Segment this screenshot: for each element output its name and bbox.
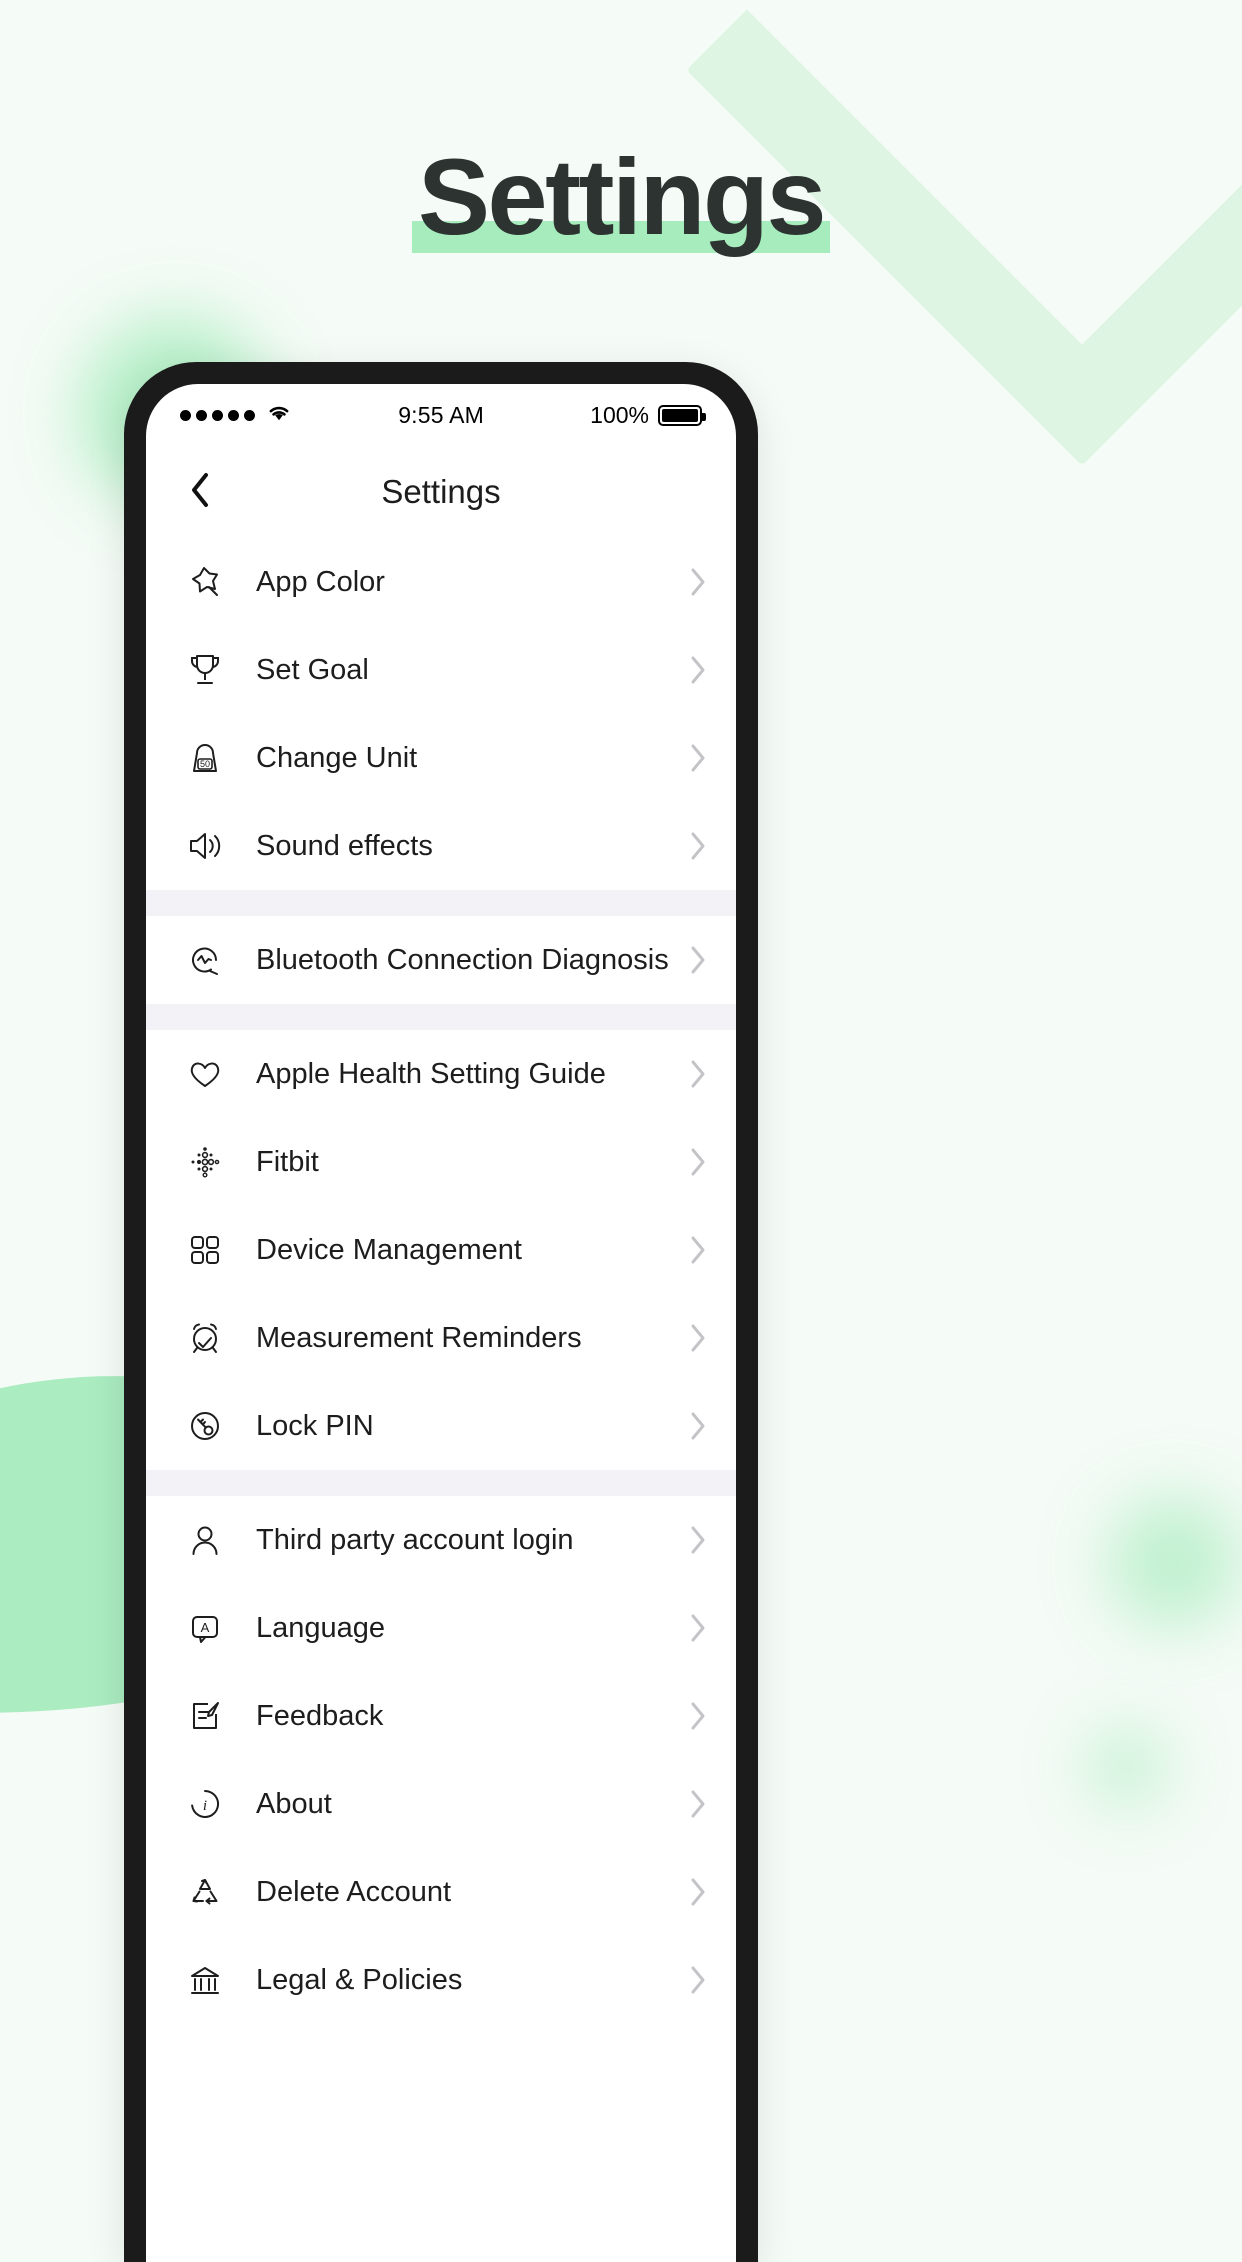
chevron-right-icon[interactable]	[674, 1146, 708, 1178]
svg-text:50: 50	[200, 759, 210, 769]
settings-group-3: Apple Health Setting Guide Fitbit Device…	[146, 1030, 736, 1470]
group-separator	[146, 1470, 736, 1496]
settings-row-label: Set Goal	[256, 653, 369, 686]
status-bar-right: 100%	[590, 401, 706, 429]
wifi-icon	[266, 402, 292, 428]
settings-row-label: Lock PIN	[256, 1409, 374, 1442]
person-icon	[176, 1518, 234, 1562]
settings-row-set-goal[interactable]: Set Goal	[146, 626, 736, 714]
chevron-right-icon[interactable]	[674, 742, 708, 774]
settings-row-label: Third party account login	[256, 1523, 574, 1556]
settings-row-label: Legal & Policies	[256, 1963, 463, 1996]
status-bar-time: 9:55 AM	[398, 401, 484, 428]
chevron-right-icon[interactable]	[674, 1524, 708, 1556]
grid-squares-icon	[176, 1228, 234, 1272]
chevron-right-icon[interactable]	[674, 654, 708, 686]
settings-row-label: Language	[256, 1611, 386, 1644]
settings-row-label: Delete Account	[256, 1875, 452, 1908]
settings-row-app-color[interactable]: App Color	[146, 538, 736, 626]
settings-group-1: App Color Set Goal 50 Change Unit Sound …	[146, 538, 736, 890]
chevron-right-icon[interactable]	[674, 1612, 708, 1644]
settings-row-label: Change Unit	[256, 741, 418, 774]
language-a-icon: A	[176, 1606, 234, 1650]
weight-scale-icon: 50	[176, 736, 234, 780]
chevron-right-icon[interactable]	[674, 1410, 708, 1442]
signal-dots-icon	[180, 409, 255, 421]
nav-title: Settings	[381, 473, 501, 510]
blob-decoration-right-lower	[1090, 1730, 1164, 1804]
settings-row-delete-account[interactable]: Delete Account	[146, 1848, 736, 1936]
settings-row-bluetooth-diagnosis[interactable]: Bluetooth Connection Diagnosis	[146, 916, 736, 1004]
settings-list: App Color Set Goal 50 Change Unit Sound …	[146, 538, 736, 2024]
alarm-check-icon	[176, 1316, 234, 1360]
settings-row-apple-health[interactable]: Apple Health Setting Guide	[146, 1030, 736, 1118]
magic-star-icon	[176, 560, 234, 604]
chevron-right-icon[interactable]	[674, 566, 708, 598]
svg-text:i: i	[203, 1798, 207, 1814]
phone-mockup: 9:55 AM 100% Settings App Color Set Goal…	[124, 362, 758, 2262]
pulse-circle-icon	[176, 938, 234, 982]
info-icon: i	[176, 1782, 234, 1826]
speaker-icon	[176, 824, 234, 868]
chevron-right-icon[interactable]	[674, 944, 708, 976]
chevron-right-icon[interactable]	[674, 830, 708, 862]
settings-row-feedback[interactable]: Feedback	[146, 1672, 736, 1760]
page-headline-container: Settings	[0, 136, 1242, 257]
edit-note-icon	[176, 1694, 234, 1738]
settings-group-4: Third party account login A Language Fee…	[146, 1496, 736, 2024]
trophy-icon	[176, 648, 234, 692]
settings-row-label: Apple Health Setting Guide	[256, 1057, 606, 1090]
chevron-right-icon[interactable]	[674, 1058, 708, 1090]
page-title-text: Settings	[417, 136, 827, 257]
fitbit-dots-icon	[176, 1140, 234, 1184]
chevron-right-icon[interactable]	[674, 1788, 708, 1820]
settings-row-label: Device Management	[256, 1233, 522, 1266]
settings-row-label: Measurement Reminders	[256, 1321, 582, 1354]
settings-row-label: Bluetooth Connection Diagnosis	[256, 943, 669, 976]
settings-row-sound-effects[interactable]: Sound effects	[146, 802, 736, 890]
recycle-icon	[176, 1870, 234, 1914]
phone-screen: 9:55 AM 100% Settings App Color Set Goal…	[146, 384, 736, 2262]
heart-icon	[176, 1052, 234, 1096]
settings-row-language[interactable]: A Language	[146, 1584, 736, 1672]
blob-decoration-right-upper	[1108, 1496, 1240, 1628]
settings-row-label: Feedback	[256, 1699, 384, 1732]
group-separator	[146, 1004, 736, 1030]
settings-row-label: About	[256, 1787, 332, 1820]
chevron-right-icon[interactable]	[674, 1700, 708, 1732]
svg-text:A: A	[201, 1620, 210, 1635]
group-separator	[146, 890, 736, 916]
key-circle-icon	[176, 1404, 234, 1448]
settings-row-change-unit[interactable]: 50 Change Unit	[146, 714, 736, 802]
battery-full-icon	[658, 404, 706, 426]
settings-row-fitbit[interactable]: Fitbit	[146, 1118, 736, 1206]
status-bar: 9:55 AM 100%	[146, 384, 736, 446]
chevron-right-icon[interactable]	[674, 1964, 708, 1996]
chevron-right-icon[interactable]	[674, 1876, 708, 1908]
battery-percent-label: 100%	[590, 401, 649, 428]
settings-group-2: Bluetooth Connection Diagnosis	[146, 916, 736, 1004]
chevron-right-icon[interactable]	[674, 1234, 708, 1266]
settings-row-third-party-login[interactable]: Third party account login	[146, 1496, 736, 1584]
settings-row-label: App Color	[256, 565, 385, 598]
chevron-right-icon[interactable]	[674, 1322, 708, 1354]
settings-row-lock-pin[interactable]: Lock PIN	[146, 1382, 736, 1470]
page-title: Settings	[411, 136, 831, 257]
nav-bar: Settings	[146, 446, 736, 538]
settings-row-measurement-reminders[interactable]: Measurement Reminders	[146, 1294, 736, 1382]
settings-row-label: Fitbit	[256, 1145, 319, 1178]
settings-row-label: Sound effects	[256, 829, 433, 862]
settings-row-legal-policies[interactable]: Legal & Policies	[146, 1936, 736, 2024]
settings-row-device-management[interactable]: Device Management	[146, 1206, 736, 1294]
back-button[interactable]	[180, 472, 220, 512]
bank-icon	[176, 1958, 234, 2002]
status-bar-left	[180, 402, 292, 428]
settings-row-about[interactable]: i About	[146, 1760, 736, 1848]
chevron-left-icon	[188, 470, 212, 515]
